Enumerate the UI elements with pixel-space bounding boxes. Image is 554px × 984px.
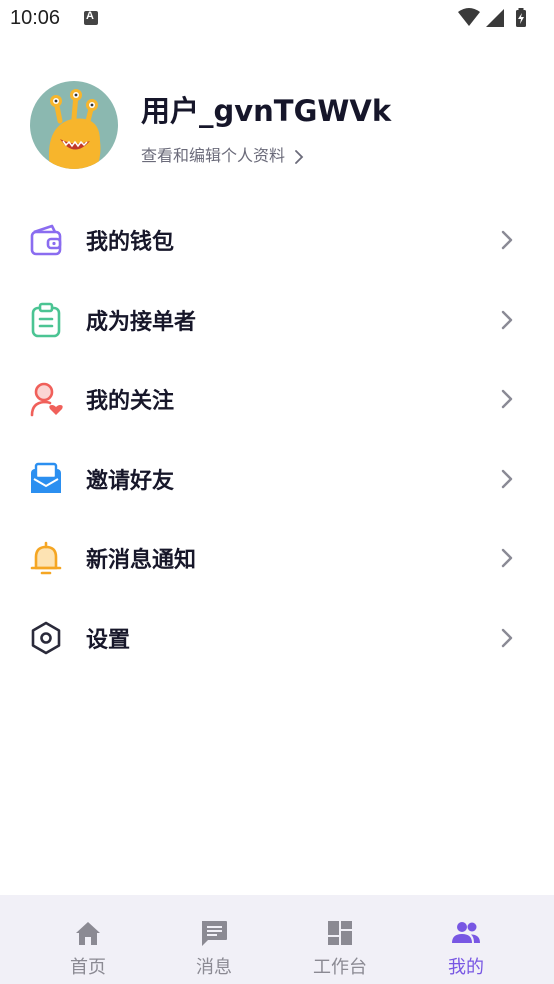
- message-icon: [202, 921, 227, 946]
- monster-avatar-icon: [30, 81, 118, 169]
- settings-hex-icon: [31, 621, 61, 654]
- status-time: 10:06: [10, 7, 61, 29]
- menu-item-invite-friends[interactable]: 邀请好友: [0, 439, 554, 519]
- tab-mine[interactable]: 我的: [397, 895, 535, 984]
- edit-profile-label: 查看和编辑个人资料: [141, 146, 286, 165]
- chevron-right-icon: [501, 548, 513, 568]
- menu-list: 我的钱包 成为接单者 我的关注 邀请好友 新消息通知 设置: [0, 200, 554, 677]
- chevron-right-icon: [501, 628, 513, 647]
- profile-header[interactable]: 用户_gvnTGWVk 查看和编辑个人资料: [0, 70, 554, 190]
- menu-item-become-taker[interactable]: 成为接单者: [0, 280, 554, 360]
- tab-messages[interactable]: 消息: [145, 895, 283, 984]
- menu-label: 我的关注: [86, 389, 175, 414]
- tab-label: 首页: [70, 957, 106, 978]
- home-icon: [76, 922, 100, 945]
- tab-label: 工作台: [313, 957, 367, 978]
- wallet-icon: [30, 224, 62, 256]
- clipboard-icon: [31, 302, 61, 337]
- accessibility-notification-icon: [84, 10, 98, 25]
- menu-label: 我的钱包: [86, 230, 175, 255]
- chevron-right-icon: [501, 389, 513, 409]
- battery-icon: [516, 8, 526, 27]
- username: 用户_gvnTGWVk: [141, 94, 392, 128]
- menu-label: 设置: [86, 627, 131, 653]
- status-icons: [458, 8, 526, 27]
- status-bar: 10:06: [0, 0, 554, 38]
- user-heart-icon: [30, 382, 63, 417]
- edit-profile-link[interactable]: 查看和编辑个人资料: [141, 142, 304, 166]
- dashboard-icon: [328, 921, 352, 945]
- chevron-right-icon: [501, 310, 513, 329]
- tab-home[interactable]: 首页: [19, 895, 157, 984]
- mail-invite-icon: [31, 462, 61, 493]
- menu-label: 成为接单者: [86, 309, 197, 335]
- tab-workbench[interactable]: 工作台: [271, 895, 409, 984]
- menu-item-wallet[interactable]: 我的钱包: [0, 200, 554, 280]
- avatar[interactable]: [30, 81, 118, 169]
- signal-icon: [486, 9, 504, 27]
- chevron-right-icon: [295, 149, 304, 164]
- menu-label: 新消息通知: [86, 548, 197, 573]
- menu-item-following[interactable]: 我的关注: [0, 359, 554, 439]
- menu-item-settings[interactable]: 设置: [0, 598, 554, 678]
- bottom-tab-bar: 首页 消息 工作台 我的: [0, 895, 554, 984]
- menu-label: 邀请好友: [86, 468, 175, 494]
- tab-label: 消息: [196, 957, 232, 978]
- wifi-icon: [458, 8, 480, 26]
- chevron-right-icon: [501, 469, 513, 488]
- menu-item-notifications[interactable]: 新消息通知: [0, 518, 554, 598]
- chevron-right-icon: [501, 230, 513, 250]
- bell-icon: [30, 541, 62, 575]
- tab-label: 我的: [448, 957, 484, 978]
- people-icon: [452, 922, 480, 943]
